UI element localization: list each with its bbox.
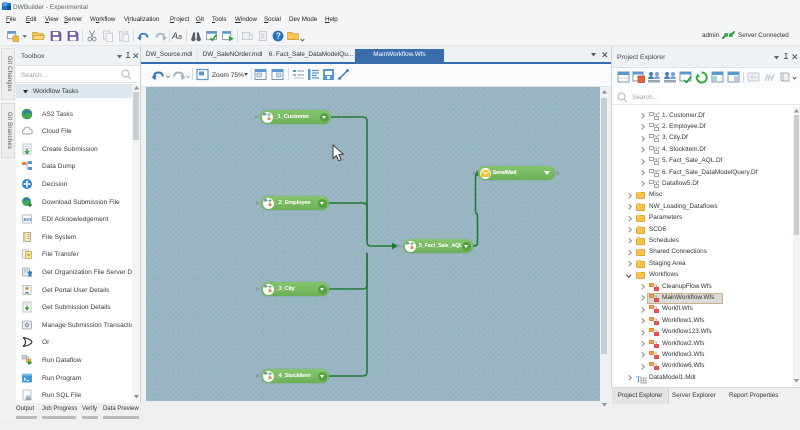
svg-text:EDI: EDI — [24, 217, 32, 222]
svg-text:T: T — [636, 375, 641, 384]
svg-text:?: ? — [276, 32, 281, 41]
